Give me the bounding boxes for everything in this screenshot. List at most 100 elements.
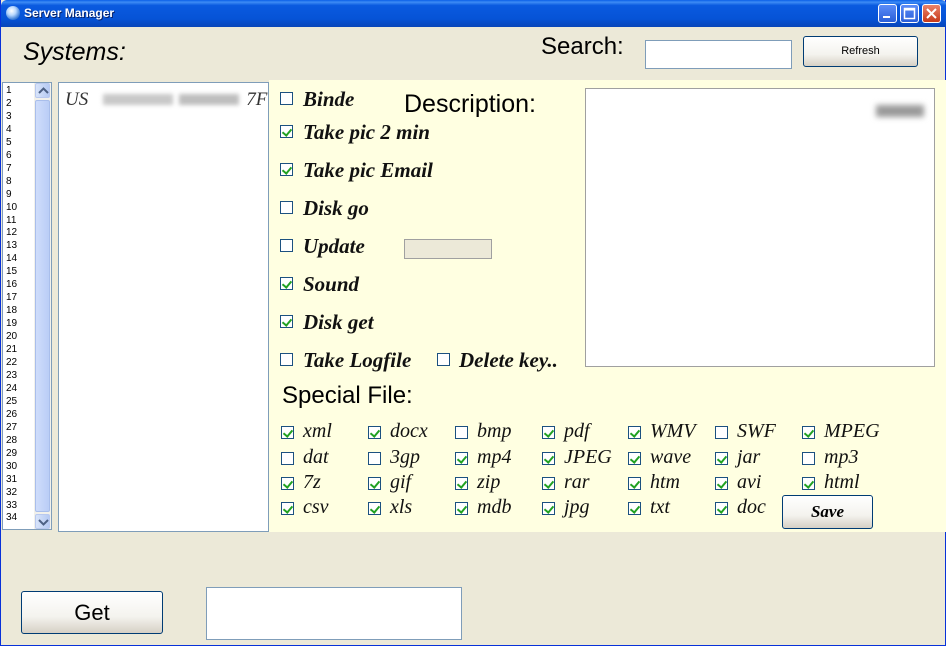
checkbox-file-type[interactable] [628, 452, 641, 465]
redacted-text [179, 94, 239, 105]
redacted-text [876, 105, 924, 117]
list-scrollbar[interactable] [34, 83, 51, 529]
line-numbers: 1 2 3 4 5 6 7 8 9 10 11 12 13 14 15 16 1… [6, 85, 18, 524]
file-type-label: xml [303, 420, 332, 442]
checkbox-file-type[interactable] [542, 502, 555, 515]
checkbox-file-type[interactable] [281, 502, 294, 515]
option-label: Disk get [303, 310, 374, 334]
checkbox-file-type[interactable] [281, 477, 294, 490]
options-panel: Binde Take pic 2 min Take pic Email Disk… [269, 80, 946, 532]
checkbox-file-type[interactable] [628, 426, 641, 439]
checkbox-file-type[interactable] [628, 477, 641, 490]
file-type-label: mdb [477, 496, 512, 518]
chevron-up-icon [38, 87, 49, 94]
checkbox-take-pic-email[interactable] [280, 163, 293, 176]
checkbox-file-type[interactable] [281, 426, 294, 439]
file-type-label: xls [390, 496, 413, 518]
checkbox-file-type[interactable] [281, 452, 294, 465]
save-button[interactable]: Save [782, 495, 873, 529]
checkbox-file-type[interactable] [368, 452, 381, 465]
file-type-label: mp4 [477, 446, 512, 468]
file-type-label: bmp [477, 420, 512, 442]
line-number-list[interactable]: 1 2 3 4 5 6 7 8 9 10 11 12 13 14 15 16 1… [2, 82, 52, 530]
checkbox-take-logfile[interactable] [280, 353, 293, 366]
file-type-label: WMV [650, 420, 696, 442]
file-type-label: gif [390, 471, 412, 493]
scroll-down-button[interactable] [35, 514, 50, 529]
file-type-label: jar [737, 446, 761, 468]
window-title: Server Manager [24, 6, 115, 20]
file-type-label: avi [737, 471, 762, 493]
file-type-label: rar [564, 471, 590, 493]
checkbox-sound[interactable] [280, 277, 293, 290]
checkbox-file-type[interactable] [628, 502, 641, 515]
option-label: Update [303, 234, 365, 258]
option-label: Take Logfile [303, 348, 412, 372]
checkbox-file-type[interactable] [455, 426, 468, 439]
checkbox-file-type[interactable] [542, 477, 555, 490]
app-globe-icon [6, 6, 20, 20]
file-type-label: jpg [564, 496, 590, 518]
checkbox-file-type[interactable] [542, 452, 555, 465]
checkbox-delete-key[interactable] [437, 353, 450, 366]
checkbox-update[interactable] [280, 239, 293, 252]
search-label: Search: [541, 33, 624, 60]
checkbox-disk-go[interactable] [280, 201, 293, 214]
file-type-label: JPEG [564, 446, 612, 468]
chevron-down-icon [38, 519, 49, 526]
checkbox-file-type[interactable] [715, 426, 728, 439]
option-label: Delete key.. [459, 348, 558, 372]
search-input[interactable] [645, 40, 792, 69]
file-type-label: 7z [303, 471, 321, 493]
checkbox-file-type[interactable] [802, 426, 815, 439]
maximize-button[interactable] [900, 4, 919, 23]
checkbox-file-type[interactable] [455, 502, 468, 515]
checkbox-file-type[interactable] [368, 477, 381, 490]
file-type-label: MPEG [824, 420, 880, 442]
get-button[interactable]: Get [21, 591, 163, 634]
title-bar[interactable]: Server Manager [1, 0, 946, 27]
checkbox-file-type[interactable] [715, 452, 728, 465]
redacted-text [103, 94, 173, 105]
checkbox-binde[interactable] [280, 92, 293, 105]
checkbox-take-pic-2-min[interactable] [280, 125, 293, 138]
option-label: Disk go [303, 196, 369, 220]
system-entry-suffix: 7F [246, 89, 268, 110]
minimize-button[interactable] [878, 4, 897, 23]
checkbox-file-type[interactable] [455, 477, 468, 490]
file-type-label: doc [737, 496, 766, 518]
close-icon [926, 8, 937, 19]
server-manager-window: Server Manager Systems: Search: Refresh … [0, 0, 946, 646]
checkbox-disk-get[interactable] [280, 315, 293, 328]
output-field[interactable] [206, 587, 462, 640]
checkbox-file-type[interactable] [455, 452, 468, 465]
file-type-label: zip [477, 471, 501, 493]
checkbox-file-type[interactable] [368, 426, 381, 439]
refresh-button[interactable]: Refresh [803, 36, 918, 67]
maximize-icon [903, 7, 916, 20]
scroll-thumb[interactable] [35, 100, 50, 512]
checkbox-file-type[interactable] [715, 502, 728, 515]
file-type-label: pdf [564, 420, 590, 442]
checkbox-file-type[interactable] [802, 452, 815, 465]
checkbox-file-type[interactable] [368, 502, 381, 515]
option-label: Sound [303, 272, 360, 296]
special-file-label: Special File: [282, 382, 413, 409]
file-type-label: wave [650, 446, 692, 468]
close-button[interactable] [922, 4, 941, 23]
checkbox-file-type[interactable] [542, 426, 555, 439]
file-type-label: SWF [737, 420, 776, 442]
update-field[interactable] [404, 239, 492, 259]
option-label: Binde [303, 87, 355, 111]
minimize-icon [883, 16, 890, 18]
file-type-label: csv [303, 496, 329, 518]
checkbox-file-type[interactable] [802, 477, 815, 490]
systems-list[interactable]: US 7F [58, 82, 269, 532]
description-textbox[interactable] [585, 88, 935, 367]
file-type-label: mp3 [824, 446, 859, 468]
system-entry-prefix: US [65, 89, 89, 110]
file-type-label: docx [390, 420, 428, 442]
scroll-up-button[interactable] [35, 83, 50, 98]
option-label: Take pic Email [303, 158, 433, 182]
checkbox-file-type[interactable] [715, 477, 728, 490]
